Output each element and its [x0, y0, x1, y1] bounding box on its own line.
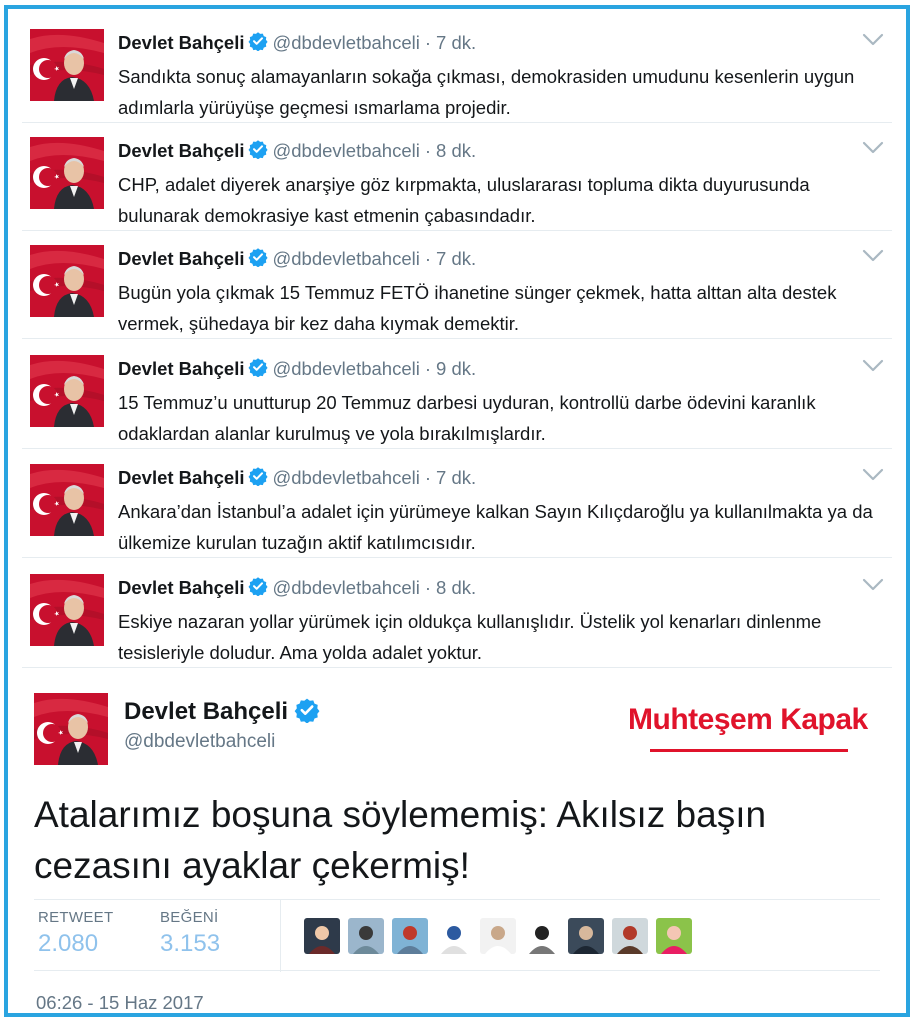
chevron-down-icon[interactable] — [862, 578, 884, 592]
main-tweet-text: Atalarımız boşuna söylememiş: Akılsız ba… — [34, 794, 767, 886]
avatar[interactable] — [30, 574, 104, 646]
verified-badge-icon — [248, 576, 268, 596]
chevron-down-icon[interactable] — [862, 468, 884, 482]
separator-dot: · — [424, 32, 432, 53]
avatar[interactable] — [30, 137, 104, 209]
author-name[interactable]: Devlet Bahçeli — [118, 140, 244, 161]
author-name[interactable]: Devlet Bahçeli — [118, 32, 244, 53]
tweet-item[interactable]: Devlet Bahçeli @dbdevletbahceli · 7 dk. San… — [22, 15, 892, 123]
like-stat[interactable]: BEĞENİ 3.153 — [160, 909, 220, 958]
tweet-item[interactable]: Devlet Bahçeli @dbdevletbahceli · 7 dk. Bug… — [22, 231, 892, 339]
tweet-header: Devlet Bahçeli @dbdevletbahceli · 7 dk. — [118, 247, 476, 270]
retweet-count[interactable]: 2.080 — [38, 930, 113, 958]
tweet-text: Sandıkta sonuç alamayanların sokağa çıkm… — [118, 66, 855, 118]
author-handle[interactable]: @dbdevletbahceli — [272, 32, 419, 53]
liker-avatar[interactable] — [392, 918, 428, 954]
author-handle[interactable]: @dbdevletbahceli — [272, 140, 419, 161]
author-handle[interactable]: @dbdevletbahceli — [272, 358, 419, 379]
author-name[interactable]: Devlet Bahçeli — [118, 358, 244, 379]
author-name[interactable]: Devlet Bahçeli — [124, 698, 288, 725]
avatar[interactable] — [34, 693, 108, 765]
liker-avatar[interactable] — [612, 918, 648, 954]
liker-avatar[interactable] — [436, 918, 472, 954]
main-author-name: Devlet Bahçeli — [124, 697, 324, 726]
verified-badge-icon — [248, 247, 268, 267]
verified-badge-icon — [294, 697, 320, 723]
author-name[interactable]: Devlet Bahçeli — [118, 467, 244, 488]
verified-badge-icon — [248, 31, 268, 51]
stats-bar: RETWEET 2.080 BEĞENİ 3.153 — [34, 899, 880, 972]
liker-avatar[interactable] — [304, 918, 340, 954]
tweet-timestamp[interactable]: 06:26 - 15 Haz 2017 — [36, 992, 204, 1014]
chevron-down-icon[interactable] — [862, 359, 884, 373]
caption-underline — [650, 749, 848, 752]
separator-dot: · — [424, 467, 432, 488]
like-label: BEĞENİ — [160, 909, 219, 926]
chevron-down-icon[interactable] — [862, 33, 884, 47]
liker-avatar[interactable] — [568, 918, 604, 954]
tweet-text: 15 Temmuz’u unutturup 20 Temmuz darbesi … — [118, 392, 816, 444]
main-tweet: Devlet Bahçeli @dbdevletbahceli Muhteşem… — [22, 679, 892, 1019]
tweet-header: Devlet Bahçeli @dbdevletbahceli · 9 dk. — [118, 357, 476, 380]
tweet-time[interactable]: 7 dk. — [436, 248, 476, 269]
author-name[interactable]: Devlet Bahçeli — [118, 248, 244, 269]
retweet-stat[interactable]: RETWEET 2.080 — [38, 909, 113, 958]
tweet-header: Devlet Bahçeli @dbdevletbahceli · 7 dk. — [118, 466, 476, 489]
liker-avatar[interactable] — [480, 918, 516, 954]
tweet-item[interactable]: Devlet Bahçeli @dbdevletbahceli · 8 dk. CHP… — [22, 123, 892, 231]
retweet-label: RETWEET — [38, 909, 114, 926]
avatar[interactable] — [30, 245, 104, 317]
separator-dot: · — [424, 358, 432, 379]
author-handle[interactable]: @dbdevletbahceli — [272, 467, 419, 488]
separator-dot: · — [424, 140, 432, 161]
author-handle[interactable]: @dbdevletbahceli — [272, 248, 419, 269]
liker-avatar[interactable] — [348, 918, 384, 954]
tweet-text: CHP, adalet diyerek anarşiye göz kırpmak… — [118, 174, 810, 226]
verified-badge-icon — [248, 139, 268, 159]
tweet-time[interactable]: 9 dk. — [436, 358, 476, 379]
overlay-caption: Muhteşem Kapak — [628, 703, 868, 736]
avatar[interactable] — [30, 29, 104, 101]
tweet-item[interactable]: Devlet Bahçeli @dbdevletbahceli · 9 dk. 15 … — [22, 341, 892, 449]
stats-divider — [280, 900, 281, 972]
tweet-time[interactable]: 7 dk. — [436, 32, 476, 53]
tweet-time[interactable]: 8 dk. — [436, 140, 476, 161]
separator-dot: · — [424, 577, 432, 598]
separator-dot: · — [424, 248, 432, 269]
chevron-down-icon[interactable] — [862, 249, 884, 263]
screenshot-frame: Devlet Bahçeli @dbdevletbahceli · 7 dk. San… — [4, 5, 910, 1017]
tweet-time[interactable]: 8 dk. — [436, 577, 476, 598]
like-count[interactable]: 3.153 — [160, 930, 220, 958]
liker-avatar[interactable] — [656, 918, 692, 954]
chevron-down-icon[interactable] — [862, 141, 884, 155]
tweet-text: Bugün yola çıkmak 15 Temmuz FETÖ ihaneti… — [118, 282, 837, 334]
verified-badge-icon — [248, 466, 268, 486]
tweet-time[interactable]: 7 dk. — [436, 467, 476, 488]
avatar[interactable] — [30, 355, 104, 427]
tweet-header: Devlet Bahçeli @dbdevletbahceli · 8 dk. — [118, 139, 476, 162]
tweet-item[interactable]: Devlet Bahçeli @dbdevletbahceli · 7 dk. Ank… — [22, 450, 892, 558]
author-name[interactable]: Devlet Bahçeli — [118, 577, 244, 598]
tweet-text: Ankara’dan İstanbul’a adalet için yürüme… — [118, 501, 873, 553]
tweet-header: Devlet Bahçeli @dbdevletbahceli · 7 dk. — [118, 31, 476, 54]
tweet-header: Devlet Bahçeli @dbdevletbahceli · 8 dk. — [118, 576, 476, 599]
tweet-item[interactable]: Devlet Bahçeli @dbdevletbahceli · 8 dk. Esk… — [22, 560, 892, 668]
liker-avatar[interactable] — [524, 918, 560, 954]
author-handle[interactable]: @dbdevletbahceli — [124, 731, 275, 753]
tweet-text: Eskiye nazaran yollar yürümek için olduk… — [118, 611, 822, 663]
author-handle[interactable]: @dbdevletbahceli — [272, 577, 419, 598]
verified-badge-icon — [248, 357, 268, 377]
avatar[interactable] — [30, 464, 104, 536]
